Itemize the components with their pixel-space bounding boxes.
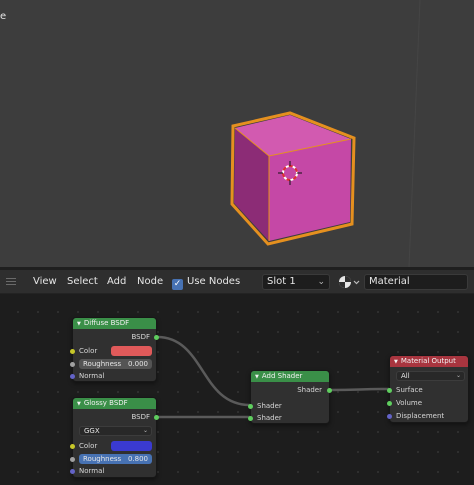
color-swatch[interactable]	[111, 346, 152, 356]
output-label: BSDF	[131, 413, 150, 421]
surface-socket[interactable]	[387, 388, 392, 393]
shader-input-label-1: Shader	[257, 402, 282, 410]
color-label: Color	[79, 442, 98, 450]
roughness-field[interactable]: Roughness 0.000	[79, 359, 152, 369]
color-swatch[interactable]	[111, 441, 152, 451]
displacement-label: Displacement	[396, 412, 445, 420]
checkmark-icon: ✓	[172, 279, 183, 290]
add-shader-node[interactable]: ▼ Add Shader Shader Shader Shader	[248, 370, 332, 424]
node-header[interactable]: ▼ Diffuse BSDF	[73, 318, 156, 329]
glossy-bsdf-node[interactable]: ▼ Glossy BSDF BSDF GGX ⌄ Color Roughness …	[70, 397, 159, 478]
surface-label: Surface	[396, 386, 423, 394]
output-socket[interactable]	[154, 415, 159, 420]
diffuse-bsdf-node[interactable]: ▼ Diffuse BSDF BSDF Color Roughness 0.000…	[70, 317, 159, 382]
output-label: BSDF	[131, 333, 150, 341]
chevron-down-icon: ⌄	[142, 427, 148, 434]
menu-node[interactable]: Node	[137, 275, 163, 289]
slot-label: Slot 1	[267, 276, 296, 287]
node-header[interactable]: ▼ Glossy BSDF	[73, 398, 156, 409]
shader-input-label-2: Shader	[257, 414, 282, 422]
slot-dropdown[interactable]: Slot 1 ⌄	[262, 274, 330, 290]
menu-select[interactable]: Select	[67, 275, 98, 289]
node-header[interactable]: ▼ Material Output	[390, 356, 468, 367]
collapse-arrow-icon[interactable]: ▼	[77, 321, 81, 327]
volume-label: Volume	[396, 399, 423, 407]
shader-input-socket-1[interactable]	[248, 404, 253, 409]
color-socket[interactable]	[70, 444, 75, 449]
drag-handle-icon[interactable]	[6, 278, 16, 286]
node-canvas[interactable]: ▼ Diffuse BSDF BSDF Color Roughness 0.000…	[0, 294, 474, 485]
material-name-field[interactable]: Material	[364, 274, 468, 290]
collapse-arrow-icon[interactable]: ▼	[255, 374, 259, 380]
roughness-socket[interactable]	[70, 457, 75, 462]
menu-view[interactable]: View	[33, 275, 57, 289]
output-socket[interactable]	[154, 335, 159, 340]
3d-cursor-icon[interactable]	[0, 0, 474, 267]
target-dropdown[interactable]: All ⌄	[396, 371, 465, 381]
distribution-dropdown[interactable]: GGX ⌄	[79, 426, 152, 436]
collapse-arrow-icon[interactable]: ▼	[77, 401, 81, 407]
normal-label: Normal	[79, 372, 105, 380]
collapse-arrow-icon[interactable]: ▼	[394, 359, 398, 365]
shader-input-socket-2[interactable]	[248, 416, 253, 421]
volume-socket[interactable]	[387, 401, 392, 406]
node-header[interactable]: ▼ Add Shader	[251, 371, 329, 382]
chevron-down-icon: ⌄	[317, 277, 325, 287]
normal-label: Normal	[79, 467, 105, 475]
roughness-field[interactable]: Roughness 0.800	[79, 454, 152, 464]
output-label: Shader	[297, 386, 322, 394]
menu-add[interactable]: Add	[107, 275, 126, 289]
roughness-socket[interactable]	[70, 362, 75, 367]
output-socket[interactable]	[327, 388, 332, 393]
use-nodes-label: Use Nodes	[187, 276, 241, 287]
chevron-down-icon: ⌄	[455, 372, 461, 379]
normal-socket[interactable]	[70, 374, 75, 379]
node-editor-header: View Select Add Node ✓ Use Nodes Slot 1 ⌄…	[0, 270, 474, 294]
displacement-socket[interactable]	[387, 414, 392, 419]
normal-socket[interactable]	[70, 469, 75, 474]
color-socket[interactable]	[70, 349, 75, 354]
3d-viewport[interactable]: e	[0, 0, 474, 267]
color-label: Color	[79, 347, 98, 355]
use-nodes-checkbox[interactable]: ✓ Use Nodes	[172, 275, 241, 290]
material-output-node[interactable]: ▼ Material Output All ⌄ Surface Volume Di…	[387, 355, 469, 423]
material-browse-icon[interactable]	[337, 274, 361, 290]
